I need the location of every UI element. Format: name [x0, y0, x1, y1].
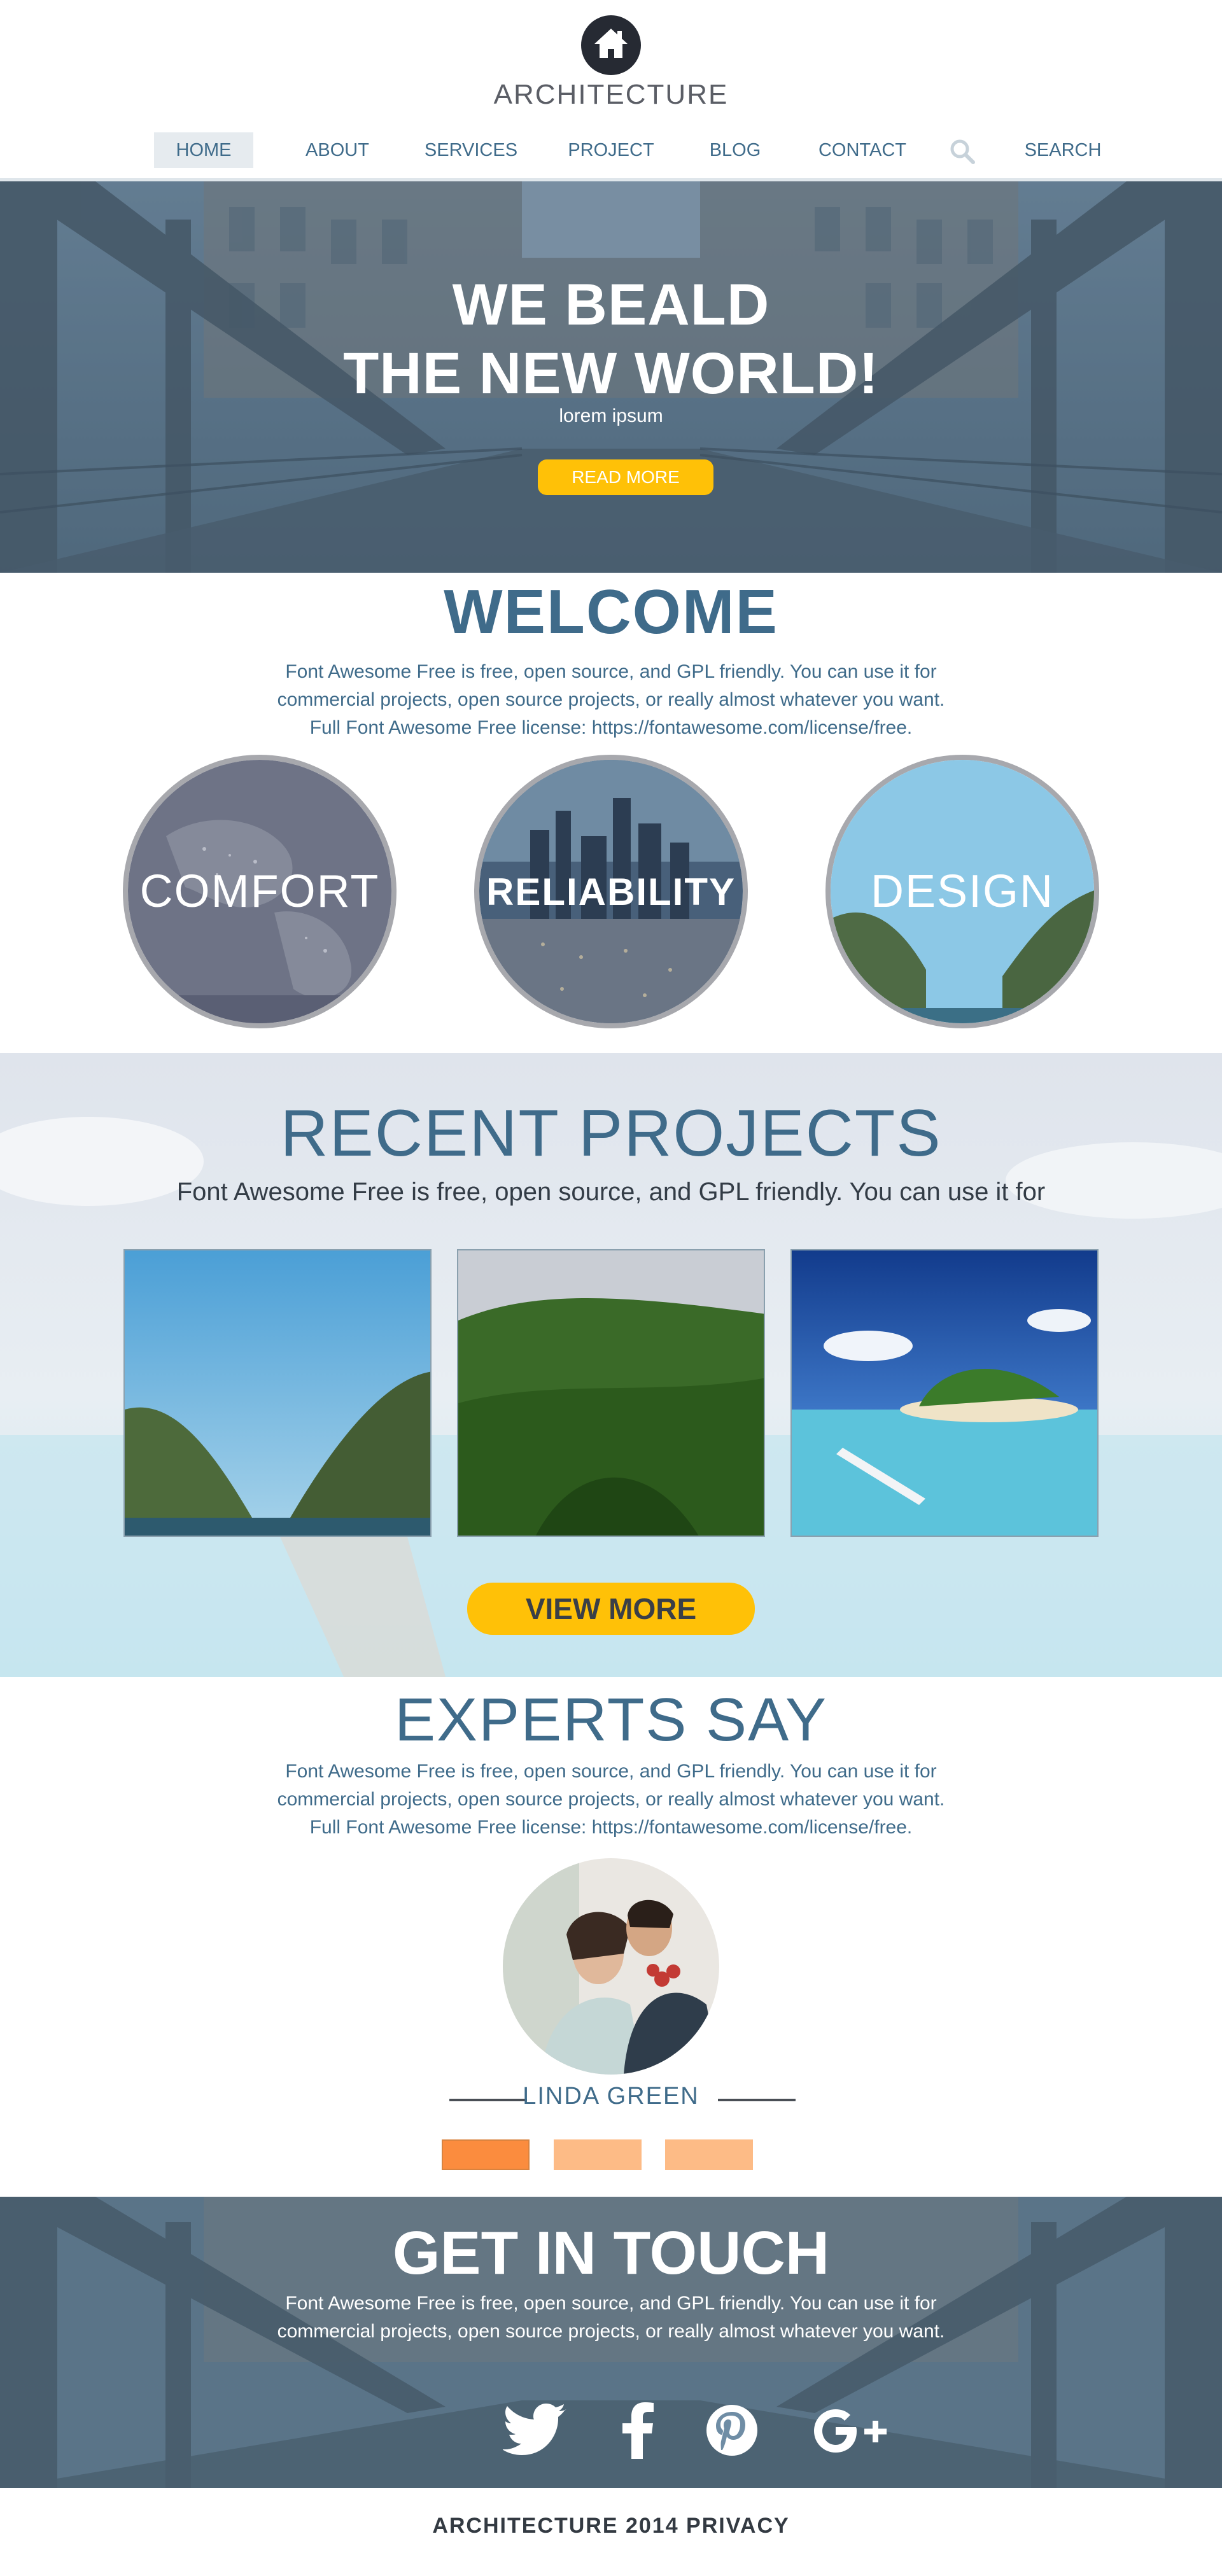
hero-subtitle: lorem ipsum — [559, 405, 663, 426]
green-valley-image — [458, 1250, 764, 1536]
brand-name: ARCHITECTURE — [493, 79, 729, 110]
hero-title-line2: THE NEW WORLD! — [343, 341, 879, 406]
recent-projects-subtitle: Font Awesome Free is free, open source, … — [176, 1178, 1046, 1206]
tropical-island-image — [792, 1250, 1097, 1536]
feature-label-design: DESIGN — [870, 866, 1055, 917]
welcome-title: WELCOME — [444, 577, 778, 647]
cliffs-lagoon-image — [125, 1250, 430, 1536]
welcome-text-line3: Full Font Awesome Free license: https://… — [309, 717, 913, 738]
pinterest-icon[interactable] — [697, 2395, 767, 2465]
view-more-button[interactable]: VIEW MORE — [467, 1583, 755, 1635]
feature-circle-design[interactable]: DESIGN — [825, 755, 1099, 1028]
feature-label-comfort: COMFORT — [139, 866, 380, 917]
hero-title: WE BEALD THE NEW WORLD! — [0, 270, 1222, 408]
project-thumb-2[interactable] — [457, 1249, 765, 1537]
search-icon[interactable] — [948, 137, 976, 165]
main-nav: HOME ABOUT SERVICES PROJECT BLOG CONTACT… — [0, 132, 1222, 171]
expert-name: LINDA GREEN — [523, 2083, 699, 2110]
touch-text-line2: commercial projects, open source project… — [277, 2321, 945, 2342]
testimonial-dot-1[interactable] — [442, 2139, 530, 2170]
facebook-icon[interactable] — [605, 2395, 675, 2465]
experts-text-line1: Font Awesome Free is free, open source, … — [285, 1761, 937, 1782]
feature-circle-reliability[interactable]: RELIABILITY — [474, 755, 748, 1028]
footer-text: ARCHITECTURE 2014 PRIVACY — [432, 2514, 790, 2538]
read-more-button[interactable]: READ MORE — [538, 459, 713, 495]
google-plus-icon[interactable] — [805, 2395, 901, 2465]
nav-blog[interactable]: BLOG — [700, 132, 770, 168]
experts-title: EXPERTS SAY — [394, 1686, 828, 1754]
nav-about[interactable]: ABOUT — [293, 132, 382, 168]
nav-search[interactable]: SEARCH — [1015, 132, 1111, 168]
experts-text-line3: Full Font Awesome Free license: https://… — [309, 1817, 913, 1838]
feature-circle-comfort[interactable]: COMFORT — [123, 755, 397, 1028]
experts-text-line2: commercial projects, open source project… — [277, 1789, 945, 1810]
site-header: ARCHITECTURE HOME ABOUT SERVICES PROJECT… — [0, 0, 1222, 181]
nav-project[interactable]: PROJECT — [560, 132, 662, 168]
home-logo-icon[interactable] — [581, 15, 641, 75]
nav-home[interactable]: HOME — [154, 132, 253, 168]
recent-projects-section: RECENT PROJECTS Font Awesome Free is fre… — [0, 1053, 1222, 1677]
nav-services[interactable]: SERVICES — [420, 132, 522, 168]
get-in-touch-section: GET IN TOUCH Font Awesome Free is free, … — [0, 2197, 1222, 2488]
hero-title-line1: WE BEALD — [452, 272, 770, 337]
project-thumb-1[interactable] — [123, 1249, 432, 1537]
touch-title: GET IN TOUCH — [392, 2219, 830, 2287]
couple-photo-image — [503, 1858, 719, 2075]
touch-text-line1: Font Awesome Free is free, open source, … — [285, 2293, 937, 2314]
feature-label-reliability: RELIABILITY — [486, 870, 736, 913]
testimonial-dot-2[interactable] — [554, 2139, 642, 2170]
welcome-text-line2: commercial projects, open source project… — [277, 689, 945, 710]
name-divider-right — [718, 2099, 796, 2101]
testimonial-dot-3[interactable] — [665, 2139, 753, 2170]
hero-banner: WE BEALD THE NEW WORLD! lorem ipsum READ… — [0, 181, 1222, 573]
expert-avatar — [503, 1858, 719, 2075]
twitter-icon[interactable] — [503, 2395, 573, 2465]
welcome-text-line1: Font Awesome Free is free, open source, … — [285, 661, 937, 682]
recent-projects-title: RECENT PROJECTS — [280, 1096, 942, 1170]
nav-contact[interactable]: CONTACT — [808, 132, 916, 168]
touch-text: Font Awesome Free is free, open source, … — [0, 2290, 1222, 2346]
project-thumb-3[interactable] — [790, 1249, 1099, 1537]
